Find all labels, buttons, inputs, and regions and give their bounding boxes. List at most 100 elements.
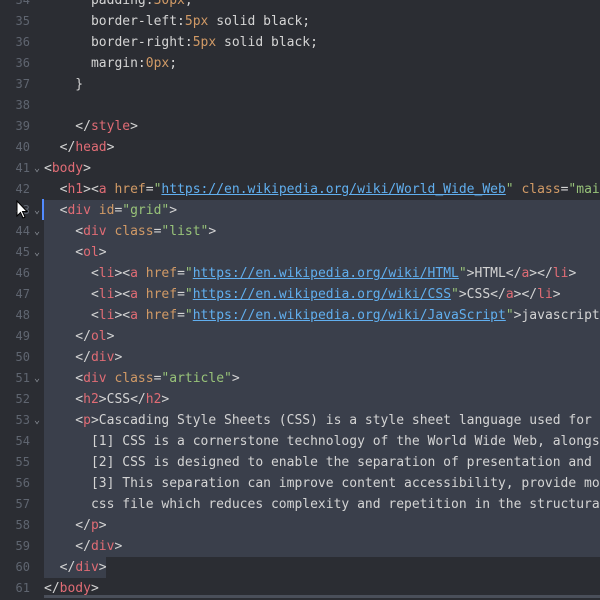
code-token: href (114, 182, 146, 197)
code-token: </ (44, 518, 91, 533)
code-line[interactable]: 43⌄ <div id="grid"> (0, 200, 600, 221)
fold-chevron-icon[interactable]: ⌄ (32, 242, 42, 263)
fold-gutter (32, 179, 42, 200)
code-token: >Cascading Style Sheets (CSS) is a style… (90, 413, 600, 428)
code-token: </ (44, 350, 91, 365)
url-link[interactable]: https://en.wikipedia.org/wiki/JavaScript (193, 308, 506, 323)
code-line[interactable]: 45 ⌄ <ol> (0, 242, 600, 263)
code-line[interactable]: 51 ⌄ <div class="article"> (0, 368, 600, 389)
code-line[interactable]: 50 </div> (0, 347, 600, 368)
fold-chevron-icon[interactable]: ⌄ (32, 410, 42, 431)
code-line[interactable]: 37 } (0, 74, 600, 95)
code-line[interactable]: 58 </p> (0, 515, 600, 536)
horizontal-scrollbar[interactable] (44, 595, 600, 598)
line-number: 46 (15, 266, 30, 280)
code-line[interactable]: 54 [1] CSS is a cornerstone technology o… (0, 431, 600, 452)
code-line[interactable]: 39 </style> (0, 116, 600, 137)
code-token: > (552, 287, 561, 302)
code-line[interactable]: 53 ⌄ <p>Cascading Style Sheets (CSS) is a… (0, 410, 600, 431)
code-token: div (83, 224, 107, 239)
code-line[interactable]: 42 <h1><a href= "https://en.wikipedia.org… (0, 179, 600, 200)
code-token: " (505, 182, 514, 197)
code-token: > (161, 392, 170, 407)
code-line[interactable]: 41 ⌄ <body> (0, 158, 600, 179)
fold-gutter (32, 95, 42, 116)
fold-chevron-icon[interactable]: ⌄ (32, 368, 42, 389)
code-line[interactable]: 57 css file which reduces complexity and… (0, 494, 600, 515)
code-token: head (75, 140, 107, 155)
code-line[interactable]: 55 [2] CSS is designed to enable the sep… (0, 452, 600, 473)
code-line[interactable]: 59 </div> (0, 536, 600, 557)
code-line[interactable]: 47 <li><a href="https://en.wikipedia.org… (0, 284, 600, 305)
code-token: "grid" (122, 203, 170, 218)
fold-chevron-icon[interactable]: ⌄ (32, 200, 42, 221)
code-line[interactable]: 35 border-left:5px solid black; (0, 11, 600, 32)
code-token: ; (184, 0, 193, 8)
code-line[interactable]: 46 <li><a href="https://en.wikipedia.org… (0, 263, 600, 284)
code-text: [1] CSS is a cornerstone technology of t… (44, 431, 600, 452)
url-link[interactable]: https://en.wikipedia.org/wiki/CSS (193, 287, 451, 302)
code-token: href (145, 266, 178, 281)
selection-highlight (44, 242, 600, 263)
code-token: body (59, 581, 91, 596)
code-editor[interactable]: 34 padding:30px; 35 border-left:5px solid… (0, 0, 600, 600)
code-text: padding:30px; (44, 0, 193, 11)
code-line[interactable]: 56 [3] This separation can improve conte… (0, 473, 600, 494)
line-number: 35 (15, 14, 30, 28)
code-token: " (184, 287, 193, 302)
url-link[interactable]: https://en.wikipedia.org/wiki/World_Wide… (161, 182, 505, 197)
code-token: < (44, 308, 99, 323)
line-number: 52 (15, 392, 30, 406)
code-line[interactable]: 60 </div> (0, 557, 600, 578)
line-number: 41 (15, 161, 30, 175)
code-line[interactable]: 34 padding:30px; (0, 0, 600, 11)
code-token: li (98, 287, 115, 302)
selection-highlight (44, 515, 600, 536)
code-token: h1 (67, 182, 84, 197)
code-token: > (169, 203, 178, 218)
code-line[interactable]: 40 </head> (0, 137, 600, 158)
fold-gutter (32, 53, 42, 74)
fold-gutter (32, 284, 42, 305)
line-number: 50 (15, 350, 30, 364)
url-link[interactable]: https://en.wikipedia.org/wiki/HTML (193, 266, 459, 281)
fold-chevron-icon[interactable]: ⌄ (32, 221, 42, 242)
code-token: 5px (184, 14, 209, 29)
code-line[interactable]: 49 </ol> (0, 326, 600, 347)
code-token: solid black; (208, 14, 311, 29)
code-token: " (184, 266, 193, 281)
code-token: p (90, 518, 99, 533)
fold-gutter (32, 137, 42, 158)
code-text: <li><a href="https://en.wikipedia.org/wi… (44, 284, 561, 305)
code-token: a (505, 287, 514, 302)
code-line[interactable]: 48 <li><a href="https://en.wikipedia.org… (0, 305, 600, 326)
code-line[interactable]: 38 (0, 95, 600, 116)
code-token: li (98, 308, 115, 323)
code-token: p (83, 413, 91, 428)
code-text: <p>Cascading Style Sheets (CSS) is a sty… (44, 410, 600, 431)
code-token: >CSS</ (458, 287, 506, 302)
code-text: <h1><a href= "https://en.wikipedia.org/wi… (44, 179, 600, 200)
code-token: < (44, 245, 84, 260)
fold-chevron-icon[interactable]: ⌄ (32, 158, 42, 179)
code-text: <li><a href="https://en.wikipedia.org/wi… (44, 263, 576, 284)
line-number: 57 (15, 497, 30, 511)
code-line[interactable]: 36 margin:0px; (0, 53, 600, 74)
line-number: 38 (15, 98, 30, 112)
fold-gutter (32, 494, 42, 515)
code-line[interactable]: 52 <h2>CSS</h2> (0, 389, 600, 410)
fold-gutter (32, 32, 42, 53)
code-token: " (451, 287, 459, 302)
line-number: 47 (15, 287, 30, 301)
fold-gutter (32, 431, 42, 452)
code-token: < (44, 266, 99, 281)
code-token: " (458, 266, 467, 281)
code-token: </ (44, 560, 76, 575)
code-token: solid black; (216, 35, 318, 50)
code-token: [3] This separation can improve content … (44, 476, 600, 491)
code-text: </head> (44, 137, 115, 158)
code-line[interactable]: 44 ⌄ <div class="list"> (0, 221, 600, 242)
code-text: border-left:5px solid black; (44, 11, 310, 32)
code-text: </ol> (44, 326, 114, 347)
code-line[interactable]: 36 border-right:5px solid black; (0, 32, 600, 53)
